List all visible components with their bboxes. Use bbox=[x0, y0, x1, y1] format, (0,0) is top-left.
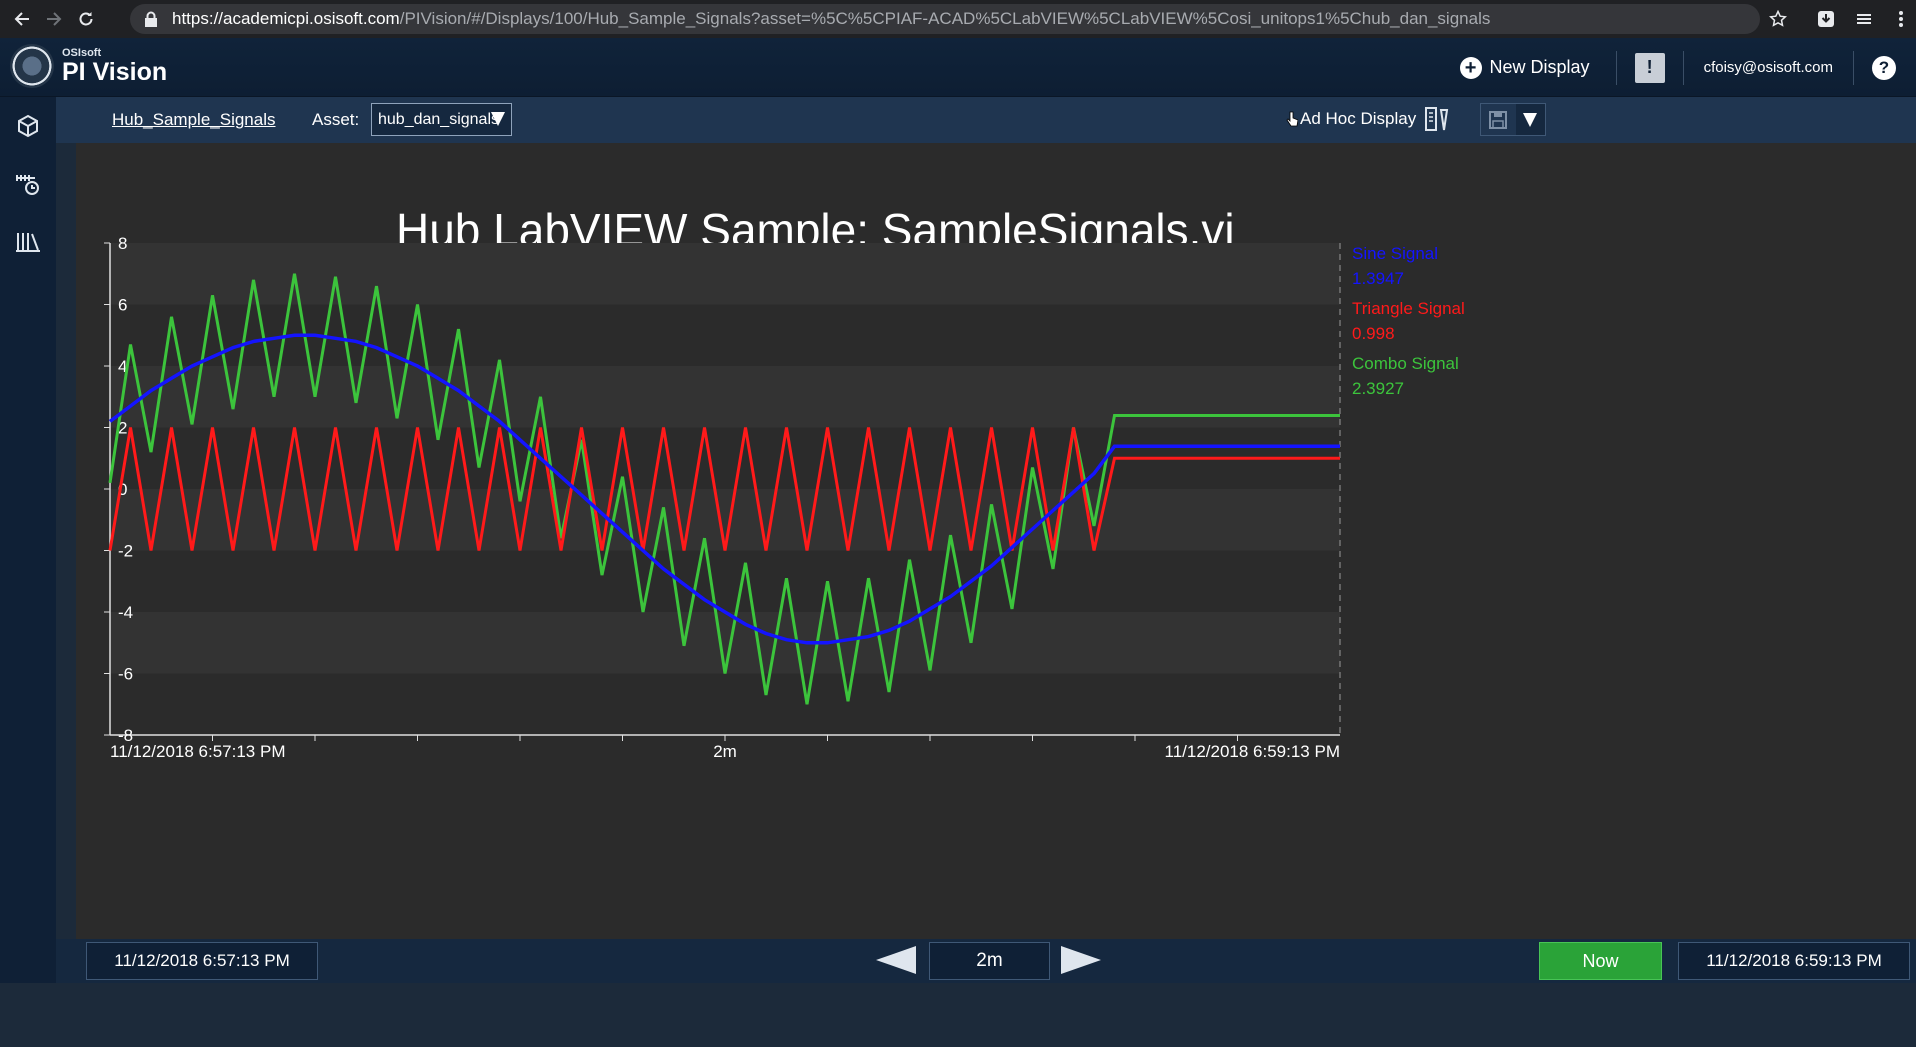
asset-label: Asset: bbox=[312, 110, 360, 129]
app-header: OSIsoft PI Vision + New Display ! cfoisy… bbox=[0, 38, 1916, 97]
extension-icon bbox=[1857, 14, 1871, 24]
reload-icon bbox=[79, 12, 93, 26]
y-tick-label: 8 bbox=[118, 234, 127, 253]
display-toolbar: Hub_Sample_Signals Asset: hub_dan_signal… bbox=[56, 97, 1916, 143]
y-tick-label: -4 bbox=[118, 603, 133, 622]
header-divider bbox=[1615, 50, 1617, 85]
download-icon bbox=[1818, 11, 1834, 27]
extension-button[interactable] bbox=[1844, 0, 1884, 38]
brand-product: PI Vision bbox=[62, 58, 168, 86]
asset-select-value: hub_dan_signals bbox=[378, 110, 499, 128]
legend-series-value: 2.3927 bbox=[1352, 379, 1404, 398]
start-time-field[interactable]: 11/12/2018 6:57:13 PM bbox=[86, 942, 318, 980]
save-options-dropdown[interactable] bbox=[1515, 104, 1545, 135]
new-display-label: New Display bbox=[1489, 57, 1590, 77]
user-email[interactable]: cfoisy@osisoft.com bbox=[1704, 59, 1833, 76]
url-path: /PIVision/#/Displays/100/Hub_Sample_Sign… bbox=[399, 9, 1491, 28]
nav-item-events[interactable] bbox=[0, 155, 56, 213]
back-in-time-arrow-icon[interactable] bbox=[876, 946, 916, 974]
new-display-button[interactable]: + New Display bbox=[1459, 56, 1590, 79]
left-nav bbox=[0, 97, 56, 983]
legend-series-value: 0.998 bbox=[1352, 324, 1395, 343]
caret-down-icon bbox=[1523, 112, 1538, 127]
y-tick-label: -6 bbox=[118, 665, 133, 684]
grid-band bbox=[110, 673, 1340, 735]
caret-down-icon bbox=[491, 112, 505, 126]
arrow-right-icon bbox=[47, 12, 62, 26]
plus-circle-icon: + bbox=[1459, 56, 1482, 79]
compare-display-button[interactable] bbox=[1424, 106, 1450, 139]
pointer-hand-icon bbox=[1286, 111, 1298, 127]
back-button[interactable] bbox=[6, 3, 38, 35]
grid-band bbox=[110, 489, 1340, 551]
nav-item-library[interactable] bbox=[0, 213, 56, 271]
legend-series-name[interactable]: Combo Signal bbox=[1352, 354, 1459, 373]
display-name-link[interactable]: Hub_Sample_Signals bbox=[112, 110, 276, 130]
star-icon bbox=[1769, 10, 1787, 27]
arrow-left-icon bbox=[14, 12, 29, 26]
adhoc-display-label: Ad Hoc Display bbox=[1300, 109, 1417, 128]
x-start-label: 11/12/2018 6:57:13 PM bbox=[110, 742, 286, 761]
cube-icon bbox=[18, 114, 38, 138]
now-button[interactable]: Now bbox=[1539, 942, 1662, 980]
header-divider bbox=[1853, 50, 1854, 85]
library-icon bbox=[16, 233, 40, 252]
y-tick-label: 6 bbox=[118, 296, 127, 315]
duration-field[interactable]: 2m bbox=[929, 942, 1050, 980]
reload-button[interactable] bbox=[70, 3, 102, 35]
browser-menu-button[interactable] bbox=[1886, 0, 1916, 38]
x-mid-label: 2m bbox=[713, 742, 737, 761]
trend-chart[interactable]: 86420-2-4-6-811/12/2018 6:57:13 PM 2m 11/1… bbox=[76, 143, 1916, 939]
bookmark-star-button[interactable] bbox=[1758, 0, 1798, 38]
forward-button[interactable] bbox=[38, 3, 70, 35]
alert-button[interactable]: ! bbox=[1634, 52, 1665, 83]
x-end-label: 11/12/2018 6:59:13 PM bbox=[1165, 742, 1341, 761]
address-bar[interactable]: https://academicpi.osisoft.com/PIVision/… bbox=[130, 4, 1760, 34]
save-icon bbox=[1489, 110, 1508, 129]
lock-icon bbox=[145, 11, 157, 27]
y-tick-label: -2 bbox=[118, 542, 133, 561]
end-time-field[interactable]: 11/12/2018 6:59:13 PM bbox=[1678, 942, 1910, 980]
adhoc-display-button[interactable]: Ad Hoc Display bbox=[1286, 109, 1416, 129]
grid-band bbox=[110, 366, 1340, 428]
asset-select[interactable]: hub_dan_signals bbox=[371, 103, 512, 136]
osisoft-logo-icon bbox=[10, 44, 54, 88]
legend-series-name[interactable]: Sine Signal bbox=[1352, 244, 1438, 263]
legend-series-value: 1.3947 bbox=[1352, 269, 1404, 288]
asset-trend-icon bbox=[16, 175, 39, 195]
forward-in-time-arrow-icon[interactable] bbox=[1061, 946, 1101, 974]
legend-series-name[interactable]: Triangle Signal bbox=[1352, 299, 1465, 318]
time-bar: 11/12/2018 6:57:13 PM 2m Now 11/12/2018 … bbox=[56, 939, 1916, 983]
grid-band bbox=[110, 550, 1340, 612]
nav-item-assets[interactable] bbox=[0, 97, 56, 155]
more-vertical-icon bbox=[1899, 11, 1903, 27]
compare-pencil-icon bbox=[1425, 107, 1449, 131]
download-extension-button[interactable] bbox=[1806, 0, 1846, 38]
header-divider bbox=[1682, 50, 1684, 85]
display-canvas: Hub LabVIEW Sample: SampleSignals.vi 864… bbox=[76, 143, 1916, 939]
save-button-group bbox=[1480, 103, 1546, 136]
brand[interactable]: OSIsoft PI Vision bbox=[10, 44, 167, 88]
url-host: https://academicpi.osisoft.com bbox=[172, 9, 400, 28]
save-button[interactable] bbox=[1481, 104, 1516, 135]
help-button[interactable]: ? bbox=[1872, 55, 1896, 80]
browser-toolbar: https://academicpi.osisoft.com/PIVision/… bbox=[0, 0, 1916, 38]
